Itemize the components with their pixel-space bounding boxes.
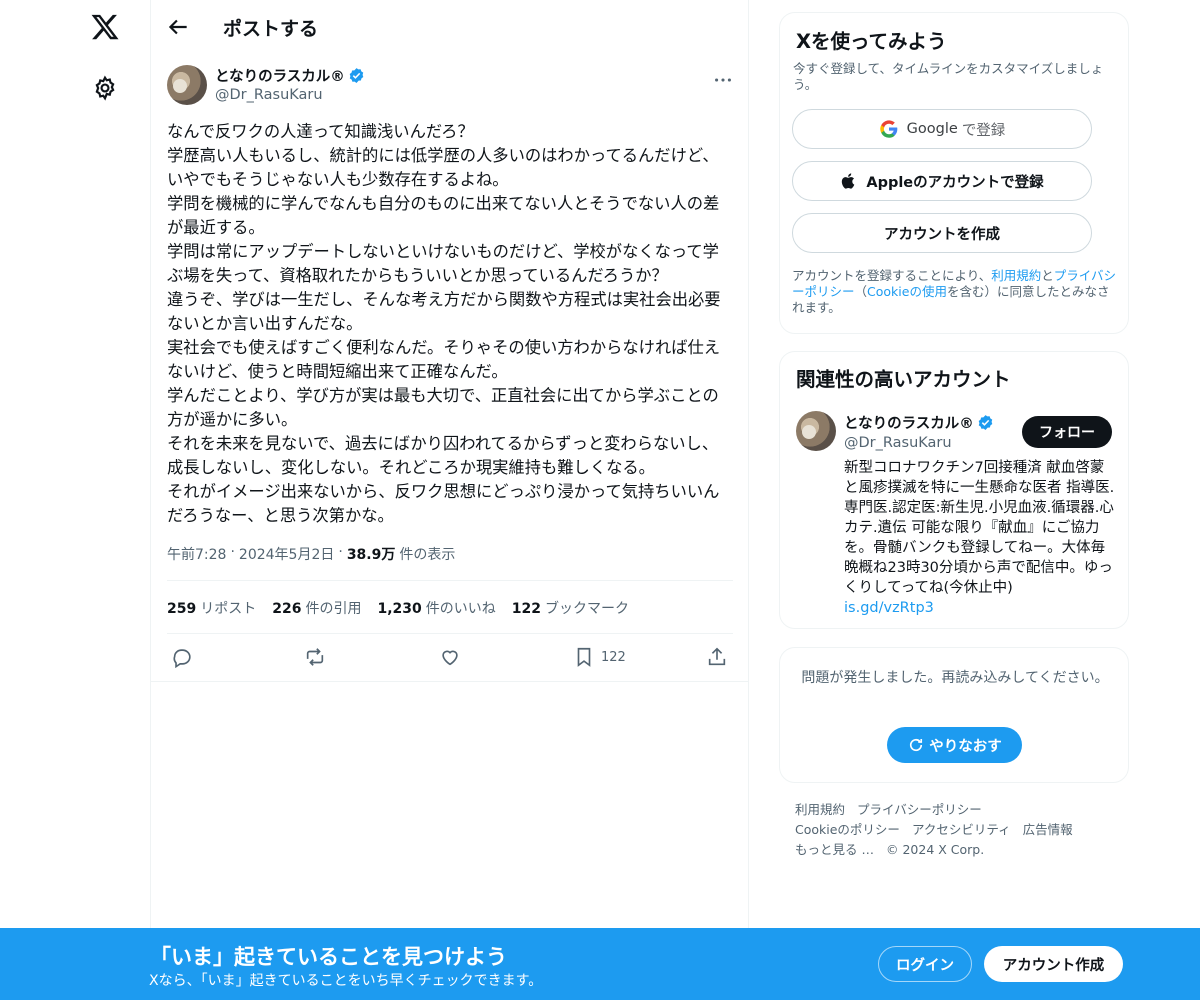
divider (151, 681, 748, 682)
tweet-actions: 122 (167, 645, 733, 671)
like-button[interactable] (439, 645, 461, 669)
bookmark-icon (577, 647, 591, 667)
bottom-banner: 「いま」起きていることを見つけよう Xなら、「いま」起きていることをいち早くチェ… (0, 928, 1200, 1000)
verified-badge-icon (978, 415, 993, 430)
footer-link[interactable]: 利用規約 (795, 802, 845, 817)
verified-badge-icon (349, 68, 364, 83)
cookie-link[interactable]: Cookieの使用 (867, 284, 947, 299)
divider (167, 580, 733, 581)
google-icon (879, 120, 898, 138)
repost-button[interactable] (304, 645, 326, 669)
author-handle[interactable]: @Dr_RasuKaru (215, 87, 323, 103)
signup-card: Xを使ってみよう 今すぐ登録して、タイムラインをカスタマイズしましょう。 Goo… (779, 12, 1129, 334)
bio-link[interactable]: is.gd/vzRtp3 (844, 600, 934, 616)
banner-title: 「いま」起きていることを見つけよう (150, 945, 507, 969)
google-signup-label: で登録 (961, 122, 1006, 139)
terms-link[interactable]: 利用規約 (991, 268, 1041, 283)
apple-icon (842, 173, 855, 189)
footer-link[interactable]: プライバシーポリシー (857, 802, 982, 817)
tweet-meta: 午前7:28 · 2024年5月2日 · 38.9万 件の表示 (167, 544, 455, 564)
retry-label: やりなおす (929, 738, 1002, 755)
relevant-handle[interactable]: @Dr_RasuKaru (844, 435, 952, 451)
view-label: 件の表示 (399, 547, 456, 563)
google-brand: Google (906, 121, 958, 137)
avatar[interactable] (796, 411, 836, 451)
signup-title: Xを使ってみよう (796, 30, 947, 53)
tweet-time[interactable]: 午前7:28 (167, 544, 226, 564)
copyright: © 2024 X Corp. (885, 842, 985, 857)
main-column: ポストする となりのラスカル® @Dr_RasuKaru なんで反ワクの人達って… (150, 0, 749, 1000)
create-account-banner-button[interactable]: アカウント作成 (984, 946, 1123, 982)
relevant-bio: 新型コロナワクチン7回接種済 献血啓蒙と風疹撲滅を特に一生懸命な医者 指導医.専… (844, 460, 1115, 616)
repost-stat[interactable]: 259 リポスト (167, 598, 256, 618)
footer-link[interactable]: もっと見る … (795, 842, 874, 857)
bookmark-stat[interactable]: 122 ブックマーク (512, 598, 629, 618)
tweet-text: なんで反ワクの人達って知識浅いんだろ？ 学歴高い人もいるし、統計的には低学歴の人… (167, 122, 721, 525)
signup-subtitle: 今すぐ登録して、タイムラインをカスタマイズしましょう。 (793, 61, 1104, 92)
apple-signup-label: Appleのアカウントで登録 (866, 174, 1044, 191)
relevant-name[interactable]: となりのラスカル® (844, 412, 974, 433)
left-rail (0, 0, 150, 1000)
relevant-name-row[interactable]: となりのラスカル® (844, 412, 994, 433)
bookmark-count: 122 (601, 649, 626, 665)
share-icon (708, 647, 726, 666)
author-name-row[interactable]: となりのラスカル® (215, 65, 365, 86)
repost-icon (306, 648, 324, 666)
create-account-button[interactable]: アカウントを作成 (792, 213, 1092, 253)
bookmark-button[interactable]: 122 (573, 645, 626, 669)
error-card: 問題が発生しました。再読み込みしてください。 やりなおす (779, 647, 1129, 783)
reply-icon (173, 649, 191, 668)
banner-subtitle: Xなら、「いま」起きていることをいち早くチェックできます。 (149, 973, 543, 989)
x-logo-icon[interactable] (90, 12, 120, 42)
divider (167, 633, 733, 634)
tweet-stats: 259 リポスト 226 件の引用 1,230 件のいいね 122 ブックマーク (167, 598, 629, 618)
follow-button[interactable]: フォロー (1022, 416, 1112, 448)
tweet-author: となりのラスカル® @Dr_RasuKaru (167, 65, 734, 109)
top-bar: ポストする (151, 0, 748, 53)
share-button[interactable] (706, 645, 728, 669)
avatar[interactable] (167, 65, 207, 105)
footer-link[interactable]: アクセシビリティ (912, 822, 1011, 837)
relevant-title: 関連性の高いアカウント (796, 368, 1011, 391)
meta-separator: · (338, 544, 343, 560)
google-signup-button[interactable]: Google で登録 (792, 109, 1092, 149)
footer-links: 利用規約 プライバシーポリシー Cookieのポリシー アクセシビリティ 広告情報 も… (795, 800, 1115, 860)
arrow-left-icon[interactable] (165, 14, 191, 40)
reply-button[interactable] (171, 645, 193, 669)
login-button[interactable]: ログイン (878, 946, 972, 982)
error-message: 問題が発生しました。再読み込みしてください。 (801, 670, 1109, 686)
quote-stat[interactable]: 226 件の引用 (272, 598, 361, 618)
view-count: 38.9万 (346, 547, 396, 563)
page-title: ポストする (223, 18, 319, 40)
create-account-label: アカウントを作成 (884, 226, 1000, 243)
footer-link[interactable]: 広告情報 (1023, 822, 1073, 837)
footer-link[interactable]: Cookieのポリシー (795, 822, 900, 837)
relevant-accounts-card: 関連性の高いアカウント となりのラスカル® @Dr_RasuKaru フォロー … (779, 351, 1129, 629)
author-name[interactable]: となりのラスカル® (215, 65, 345, 86)
more-horizontal-icon[interactable] (712, 69, 734, 91)
heart-icon (442, 650, 458, 666)
retry-button[interactable]: やりなおす (887, 727, 1022, 763)
apple-signup-button[interactable]: Appleのアカウントで登録 (792, 161, 1092, 201)
tweet-date[interactable]: 2024年5月2日 (239, 544, 334, 564)
refresh-icon (910, 738, 923, 752)
meta-separator: · (230, 544, 235, 560)
gear-icon[interactable] (92, 75, 118, 101)
like-stat[interactable]: 1,230 件のいいね (377, 598, 495, 618)
legal-text: アカウントを登録することにより、利用規約とプライバシーポリシー（Cookieの使… (792, 268, 1117, 315)
